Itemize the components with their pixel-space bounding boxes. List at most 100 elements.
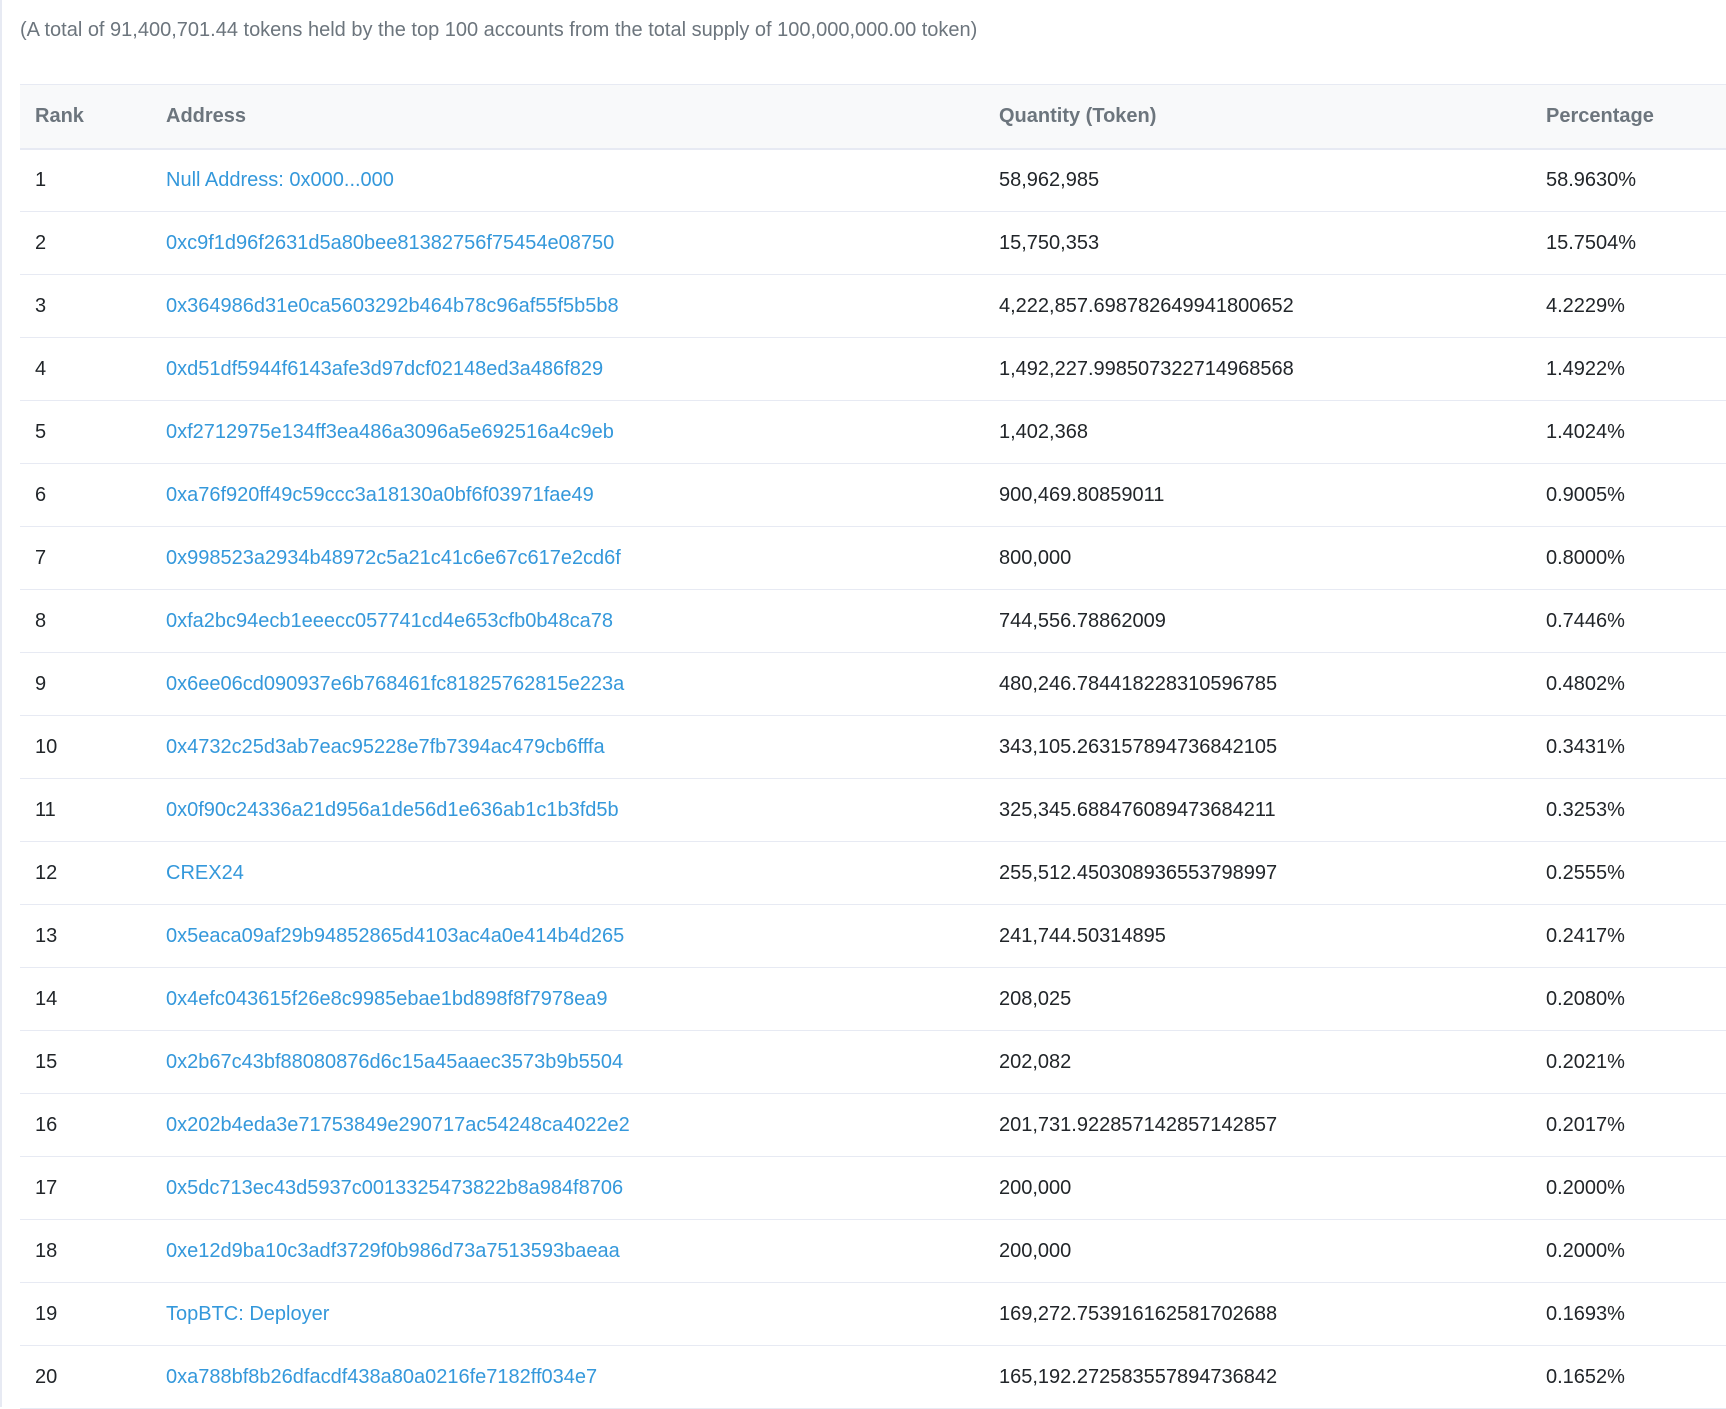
header-quantity: Quantity (Token) (999, 84, 1546, 150)
table-row: 9 0x6ee06cd090937e6b768461fc81825762815e2… (20, 652, 1726, 716)
quantity-cell: 15,750,353 (999, 211, 1546, 275)
percentage-cell: 0.2017% (1546, 1093, 1726, 1157)
holder-address-link[interactable]: 0xe12d9ba10c3adf3729f0b986d73a7513593bae… (166, 1240, 620, 1262)
table-body: 1 Null Address: 0x000...000 58,962,985 58.9… (20, 148, 1726, 1409)
address-cell: 0x202b4eda3e71753849e290717ac54248ca4022… (166, 1093, 999, 1157)
holder-address-link[interactable]: 0xf2712975e134ff3ea486a3096a5e692516a4c9… (166, 421, 614, 443)
address-cell: 0xd51df5944f6143afe3d97dcf02148ed3a486f8… (166, 337, 999, 401)
percentage-cell: 4.2229% (1546, 274, 1726, 338)
holder-address-link[interactable]: 0x2b67c43bf88080876d6c15a45aaec3573b9b55… (166, 1051, 623, 1073)
quantity-cell: 800,000 (999, 526, 1546, 590)
holder-address-link[interactable]: 0xa788bf8b26dfacdf438a80a0216fe7182ff034… (166, 1366, 597, 1388)
table-row: 10 0x4732c25d3ab7eac95228e7fb7394ac479cb6… (20, 715, 1726, 779)
rank-cell: 8 (20, 589, 166, 653)
rank-cell: 2 (20, 211, 166, 275)
quantity-cell: 4,222,857.698782649941800652 (999, 274, 1546, 338)
quantity-cell: 1,492,227.998507322714968568 (999, 337, 1546, 401)
holder-address-link[interactable]: 0x0f90c24336a21d956a1de56d1e636ab1c1b3fd… (166, 799, 619, 821)
table-row: 16 0x202b4eda3e71753849e290717ac54248ca40… (20, 1093, 1726, 1157)
address-cell: CREX24 (166, 841, 999, 905)
table-row: 3 0x364986d31e0ca5603292b464b78c96af55f5b… (20, 274, 1726, 338)
address-cell: 0x4efc043615f26e8c9985ebae1bd898f8f7978e… (166, 967, 999, 1031)
address-cell: 0x0f90c24336a21d956a1de56d1e636ab1c1b3fd… (166, 778, 999, 842)
table-row: 6 0xa76f920ff49c59ccc3a18130a0bf6f03971fa… (20, 463, 1726, 527)
holder-address-link[interactable]: 0xc9f1d96f2631d5a80bee81382756f75454e087… (166, 232, 614, 254)
holder-address-link[interactable]: 0x4efc043615f26e8c9985ebae1bd898f8f7978e… (166, 988, 608, 1010)
holder-address-link[interactable]: Null Address: 0x000...000 (166, 169, 394, 191)
rank-cell: 3 (20, 274, 166, 338)
percentage-cell: 0.3253% (1546, 778, 1726, 842)
address-cell: 0x998523a2934b48972c5a21c41c6e67c617e2cd… (166, 526, 999, 590)
rank-cell: 4 (20, 337, 166, 401)
address-cell: 0x5dc713ec43d5937c0013325473822b8a984f87… (166, 1156, 999, 1220)
holder-address-link[interactable]: 0x364986d31e0ca5603292b464b78c96af55f5b5… (166, 295, 619, 317)
table-header-row: Rank Address Quantity (Token) Percentage (20, 84, 1726, 150)
rank-cell: 19 (20, 1282, 166, 1346)
header-address: Address (166, 84, 999, 150)
table-row: 20 0xa788bf8b26dfacdf438a80a0216fe7182ff0… (20, 1345, 1726, 1409)
holder-address-link[interactable]: 0x998523a2934b48972c5a21c41c6e67c617e2cd… (166, 547, 621, 569)
quantity-cell: 165,192.272583557894736842 (999, 1345, 1546, 1409)
percentage-cell: 1.4024% (1546, 400, 1726, 464)
table-row: 11 0x0f90c24336a21d956a1de56d1e636ab1c1b3… (20, 778, 1726, 842)
table-row: 5 0xf2712975e134ff3ea486a3096a5e692516a4c… (20, 400, 1726, 464)
address-cell: Null Address: 0x000...000 (166, 148, 999, 212)
address-cell: 0x5eaca09af29b94852865d4103ac4a0e414b4d2… (166, 904, 999, 968)
table-row: 19 TopBTC: Deployer 169,272.75391616258170… (20, 1282, 1726, 1346)
quantity-cell: 208,025 (999, 967, 1546, 1031)
percentage-cell: 0.3431% (1546, 715, 1726, 779)
holder-address-link[interactable]: 0x202b4eda3e71753849e290717ac54248ca4022… (166, 1114, 630, 1136)
percentage-cell: 0.2080% (1546, 967, 1726, 1031)
quantity-cell: 200,000 (999, 1219, 1546, 1283)
header-percentage: Percentage (1546, 84, 1726, 150)
table-row: 4 0xd51df5944f6143afe3d97dcf02148ed3a486f… (20, 337, 1726, 401)
rank-cell: 12 (20, 841, 166, 905)
table-row: 15 0x2b67c43bf88080876d6c15a45aaec3573b9b… (20, 1030, 1726, 1094)
table-row: 13 0x5eaca09af29b94852865d4103ac4a0e414b4… (20, 904, 1726, 968)
holder-address-link[interactable]: TopBTC: Deployer (166, 1303, 329, 1325)
quantity-cell: 744,556.78862009 (999, 589, 1546, 653)
quantity-cell: 480,246.784418228310596785 (999, 652, 1546, 716)
address-cell: 0xe12d9ba10c3adf3729f0b986d73a7513593bae… (166, 1219, 999, 1283)
rank-cell: 15 (20, 1030, 166, 1094)
rank-cell: 9 (20, 652, 166, 716)
address-cell: 0x4732c25d3ab7eac95228e7fb7394ac479cb6ff… (166, 715, 999, 779)
rank-cell: 7 (20, 526, 166, 590)
rank-cell: 13 (20, 904, 166, 968)
address-cell: 0xa76f920ff49c59ccc3a18130a0bf6f03971fae… (166, 463, 999, 527)
holder-address-link[interactable]: 0x6ee06cd090937e6b768461fc81825762815e22… (166, 673, 624, 695)
table-row: 7 0x998523a2934b48972c5a21c41c6e67c617e2c… (20, 526, 1726, 590)
address-cell: 0x2b67c43bf88080876d6c15a45aaec3573b9b55… (166, 1030, 999, 1094)
header-rank: Rank (20, 84, 166, 150)
percentage-cell: 0.1693% (1546, 1282, 1726, 1346)
address-cell: TopBTC: Deployer (166, 1282, 999, 1346)
percentage-cell: 0.2417% (1546, 904, 1726, 968)
address-cell: 0x6ee06cd090937e6b768461fc81825762815e22… (166, 652, 999, 716)
rank-cell: 20 (20, 1345, 166, 1409)
address-cell: 0xf2712975e134ff3ea486a3096a5e692516a4c9… (166, 400, 999, 464)
table-row: 18 0xe12d9ba10c3adf3729f0b986d73a7513593b… (20, 1219, 1726, 1283)
table-row: 2 0xc9f1d96f2631d5a80bee81382756f75454e08… (20, 211, 1726, 275)
address-cell: 0xc9f1d96f2631d5a80bee81382756f75454e087… (166, 211, 999, 275)
holder-address-link[interactable]: 0xfa2bc94ecb1eeecc057741cd4e653cfb0b48ca… (166, 610, 613, 632)
percentage-cell: 58.9630% (1546, 148, 1726, 212)
rank-cell: 11 (20, 778, 166, 842)
holder-address-link[interactable]: 0xd51df5944f6143afe3d97dcf02148ed3a486f8… (166, 358, 603, 380)
address-cell: 0xfa2bc94ecb1eeecc057741cd4e653cfb0b48ca… (166, 589, 999, 653)
percentage-cell: 15.7504% (1546, 211, 1726, 275)
percentage-cell: 0.7446% (1546, 589, 1726, 653)
holder-address-link[interactable]: 0x4732c25d3ab7eac95228e7fb7394ac479cb6ff… (166, 736, 605, 758)
table-row: 12 CREX24 255,512.450308936553798997 0.2555… (20, 841, 1726, 905)
holder-address-link[interactable]: 0xa76f920ff49c59ccc3a18130a0bf6f03971fae… (166, 484, 594, 506)
holders-summary-text: (A total of 91,400,701.44 tokens held by… (20, 19, 978, 41)
quantity-cell: 58,962,985 (999, 148, 1546, 212)
rank-cell: 1 (20, 148, 166, 212)
quantity-cell: 255,512.450308936553798997 (999, 841, 1546, 905)
quantity-cell: 241,744.50314895 (999, 904, 1546, 968)
percentage-cell: 0.1652% (1546, 1345, 1726, 1409)
holder-address-link[interactable]: 0x5dc713ec43d5937c0013325473822b8a984f87… (166, 1177, 623, 1199)
percentage-cell: 0.2555% (1546, 841, 1726, 905)
quantity-cell: 202,082 (999, 1030, 1546, 1094)
holder-address-link[interactable]: 0x5eaca09af29b94852865d4103ac4a0e414b4d2… (166, 925, 624, 947)
holder-address-link[interactable]: CREX24 (166, 862, 244, 884)
